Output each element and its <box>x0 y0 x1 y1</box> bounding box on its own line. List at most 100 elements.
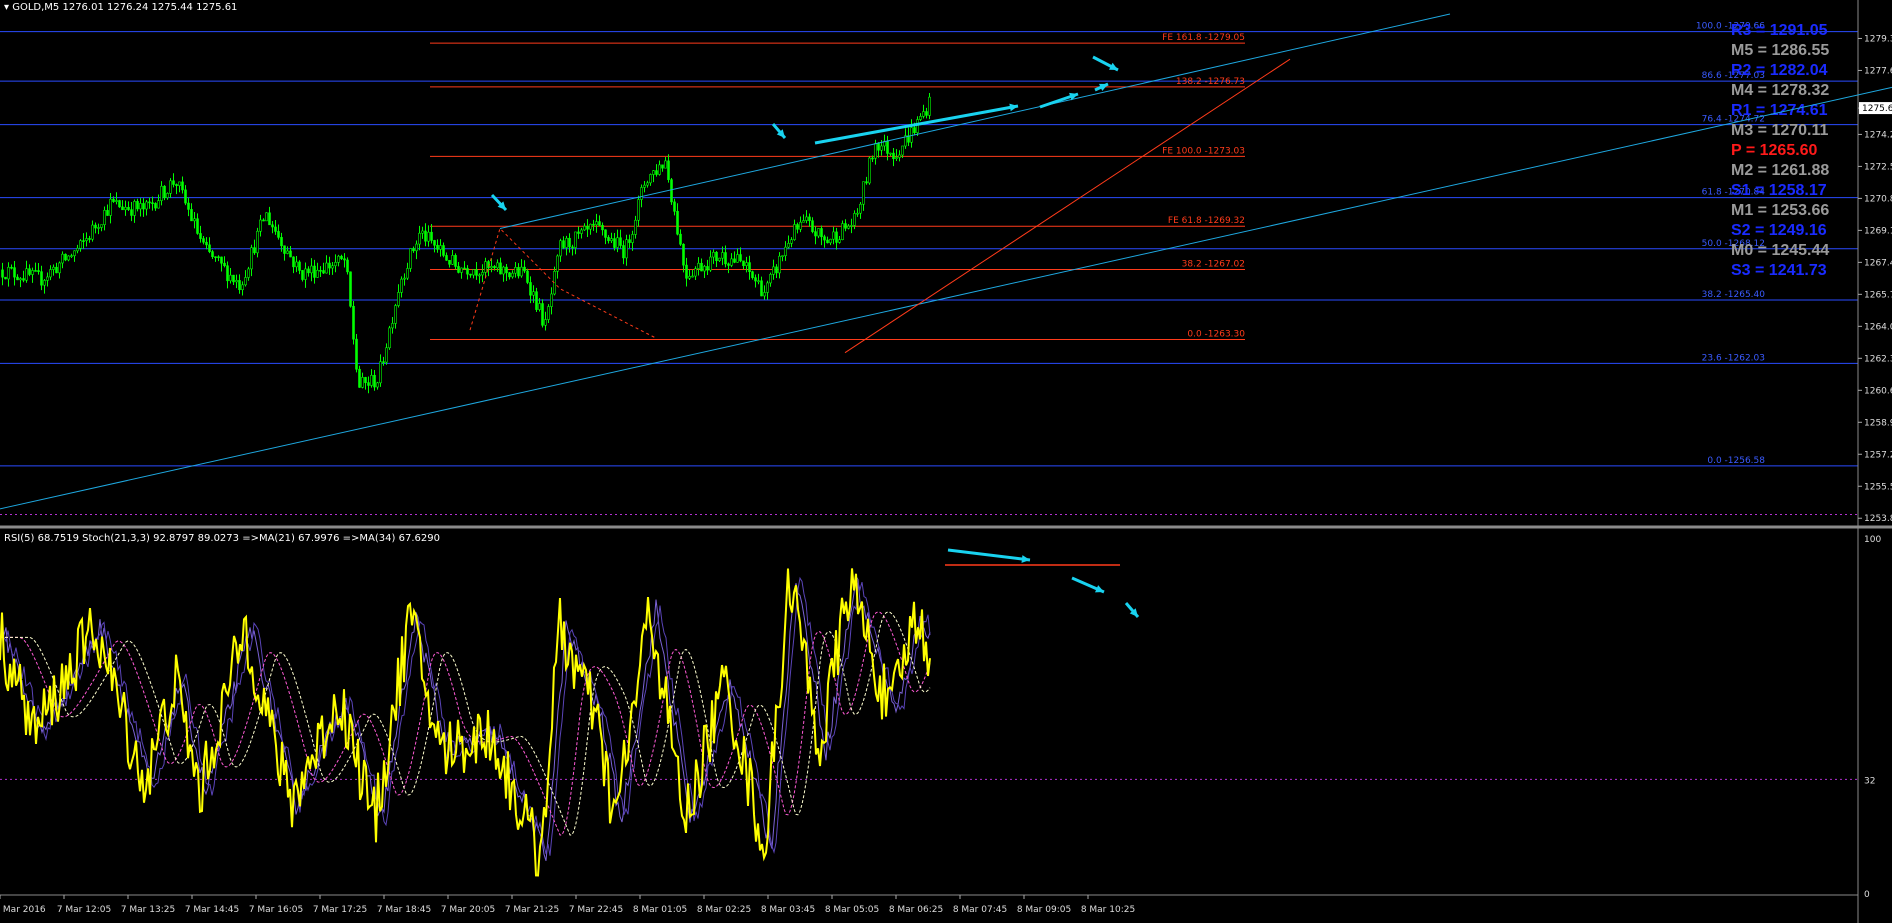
candle-body <box>790 239 793 244</box>
candle-body <box>319 269 322 272</box>
candle-body <box>898 154 901 158</box>
candle-body <box>835 231 838 243</box>
candle-body <box>40 271 43 286</box>
candle-body <box>187 202 190 210</box>
candle-body <box>853 213 856 226</box>
candle-body <box>739 254 742 262</box>
candle-body <box>358 368 361 388</box>
price-tick-label: 1270.8 <box>1864 194 1892 204</box>
candle-body <box>406 268 409 279</box>
candle-body <box>439 245 442 250</box>
candle-body <box>304 268 307 280</box>
candle-body <box>874 143 877 159</box>
price-tick-label: 1277.6 <box>1864 66 1892 76</box>
symbol-header: ▾ GOLD,M5 1276.01 1276.24 1275.44 1275.6… <box>4 2 237 13</box>
candle-body <box>121 206 124 211</box>
candle-body <box>388 327 391 349</box>
candle-body <box>700 262 703 272</box>
candle-body <box>628 239 631 243</box>
candle-body <box>265 212 268 222</box>
candle-body <box>238 280 241 291</box>
candle-body <box>766 282 769 293</box>
time-tick-label: 7 Mar 2016 <box>0 905 46 915</box>
candle-body <box>172 180 175 185</box>
current-price-label: 1275.6 <box>1862 104 1892 114</box>
candle-body <box>442 245 445 256</box>
candle-body <box>88 238 91 240</box>
candle-body <box>427 231 430 242</box>
candle-body <box>640 187 643 200</box>
candle-body <box>895 157 898 160</box>
fib-blue-label: 23.6 -1262.03 <box>1702 353 1765 363</box>
candle-body <box>598 221 601 226</box>
pivot-label: R2 = 1282.04 <box>1731 62 1828 79</box>
price-tick-label: 1260.6 <box>1864 386 1892 396</box>
candle-body <box>661 164 664 169</box>
candle-body <box>547 306 550 320</box>
candle-body <box>742 260 745 267</box>
candle-body <box>823 236 826 241</box>
candle-body <box>142 203 145 210</box>
pivot-label: M1 = 1253.66 <box>1731 202 1829 219</box>
candle-body <box>340 255 343 260</box>
fib-blue-label: 0.0 -1256.58 <box>1707 456 1765 466</box>
pivot-label: S2 = 1249.16 <box>1731 222 1827 239</box>
candle-body <box>559 240 562 257</box>
symbol-label: GOLD,M5 <box>12 2 60 13</box>
candle-body <box>925 111 928 116</box>
candle-body <box>334 262 337 267</box>
fib-red-label: FE 161.8 -1279.05 <box>1162 33 1245 43</box>
candle-body <box>46 276 49 281</box>
candle-body <box>112 198 115 202</box>
candle-body <box>514 267 517 274</box>
candle-body <box>19 278 22 281</box>
price-tick-label: 1267.4 <box>1864 258 1892 268</box>
candle-body <box>817 228 820 237</box>
candle-body <box>232 274 235 283</box>
candle-body <box>73 250 76 256</box>
candle-body <box>100 224 103 228</box>
pivot-label: M4 = 1278.32 <box>1731 82 1829 99</box>
candle-body <box>763 292 766 297</box>
candle-body <box>784 246 787 256</box>
dropdown-icon[interactable]: ▾ <box>4 2 9 13</box>
candle-body <box>469 273 472 276</box>
candle-body <box>403 277 406 280</box>
indicator-tick-label: 0 <box>1864 890 1870 900</box>
candle-body <box>385 347 388 363</box>
candle-body <box>535 291 538 310</box>
candle-body <box>292 256 295 268</box>
candle-body <box>424 230 427 242</box>
pivot-label: R3 = 1291.05 <box>1731 22 1828 39</box>
candle-body <box>157 200 160 209</box>
candle-body <box>712 251 715 258</box>
trading-chart[interactable]: 100.0 -1279.6686.6 -1277.0376.4 -1274.72… <box>0 0 1892 923</box>
candle-body <box>433 240 436 246</box>
candle-body <box>832 231 835 240</box>
candle-body <box>184 189 187 204</box>
candle-body <box>541 303 544 326</box>
candle-body <box>322 270 325 274</box>
candle-body <box>208 244 211 252</box>
candle-body <box>538 303 541 310</box>
candle-body <box>586 225 589 230</box>
candle-body <box>802 220 805 223</box>
candle-body <box>37 270 40 272</box>
price-tick-label: 1264.0 <box>1864 322 1892 332</box>
price-tick-label: 1274.2 <box>1864 130 1892 140</box>
indicator-header: RSI(5) 68.7519 Stoch(21,3,3) 92.8797 89.… <box>4 533 440 544</box>
candle-body <box>394 305 397 324</box>
candle-body <box>562 240 565 248</box>
candle-body <box>127 206 130 210</box>
candle-body <box>658 164 661 175</box>
candle-body <box>295 261 298 268</box>
candle-body <box>736 254 739 263</box>
candle-body <box>715 251 718 261</box>
candle-body <box>841 223 844 240</box>
candle-body <box>181 181 184 191</box>
candle-body <box>643 184 646 188</box>
candle-body <box>61 253 64 264</box>
candle-body <box>412 248 415 252</box>
candle-body <box>556 255 559 272</box>
time-tick-label: 8 Mar 06:25 <box>889 905 943 915</box>
